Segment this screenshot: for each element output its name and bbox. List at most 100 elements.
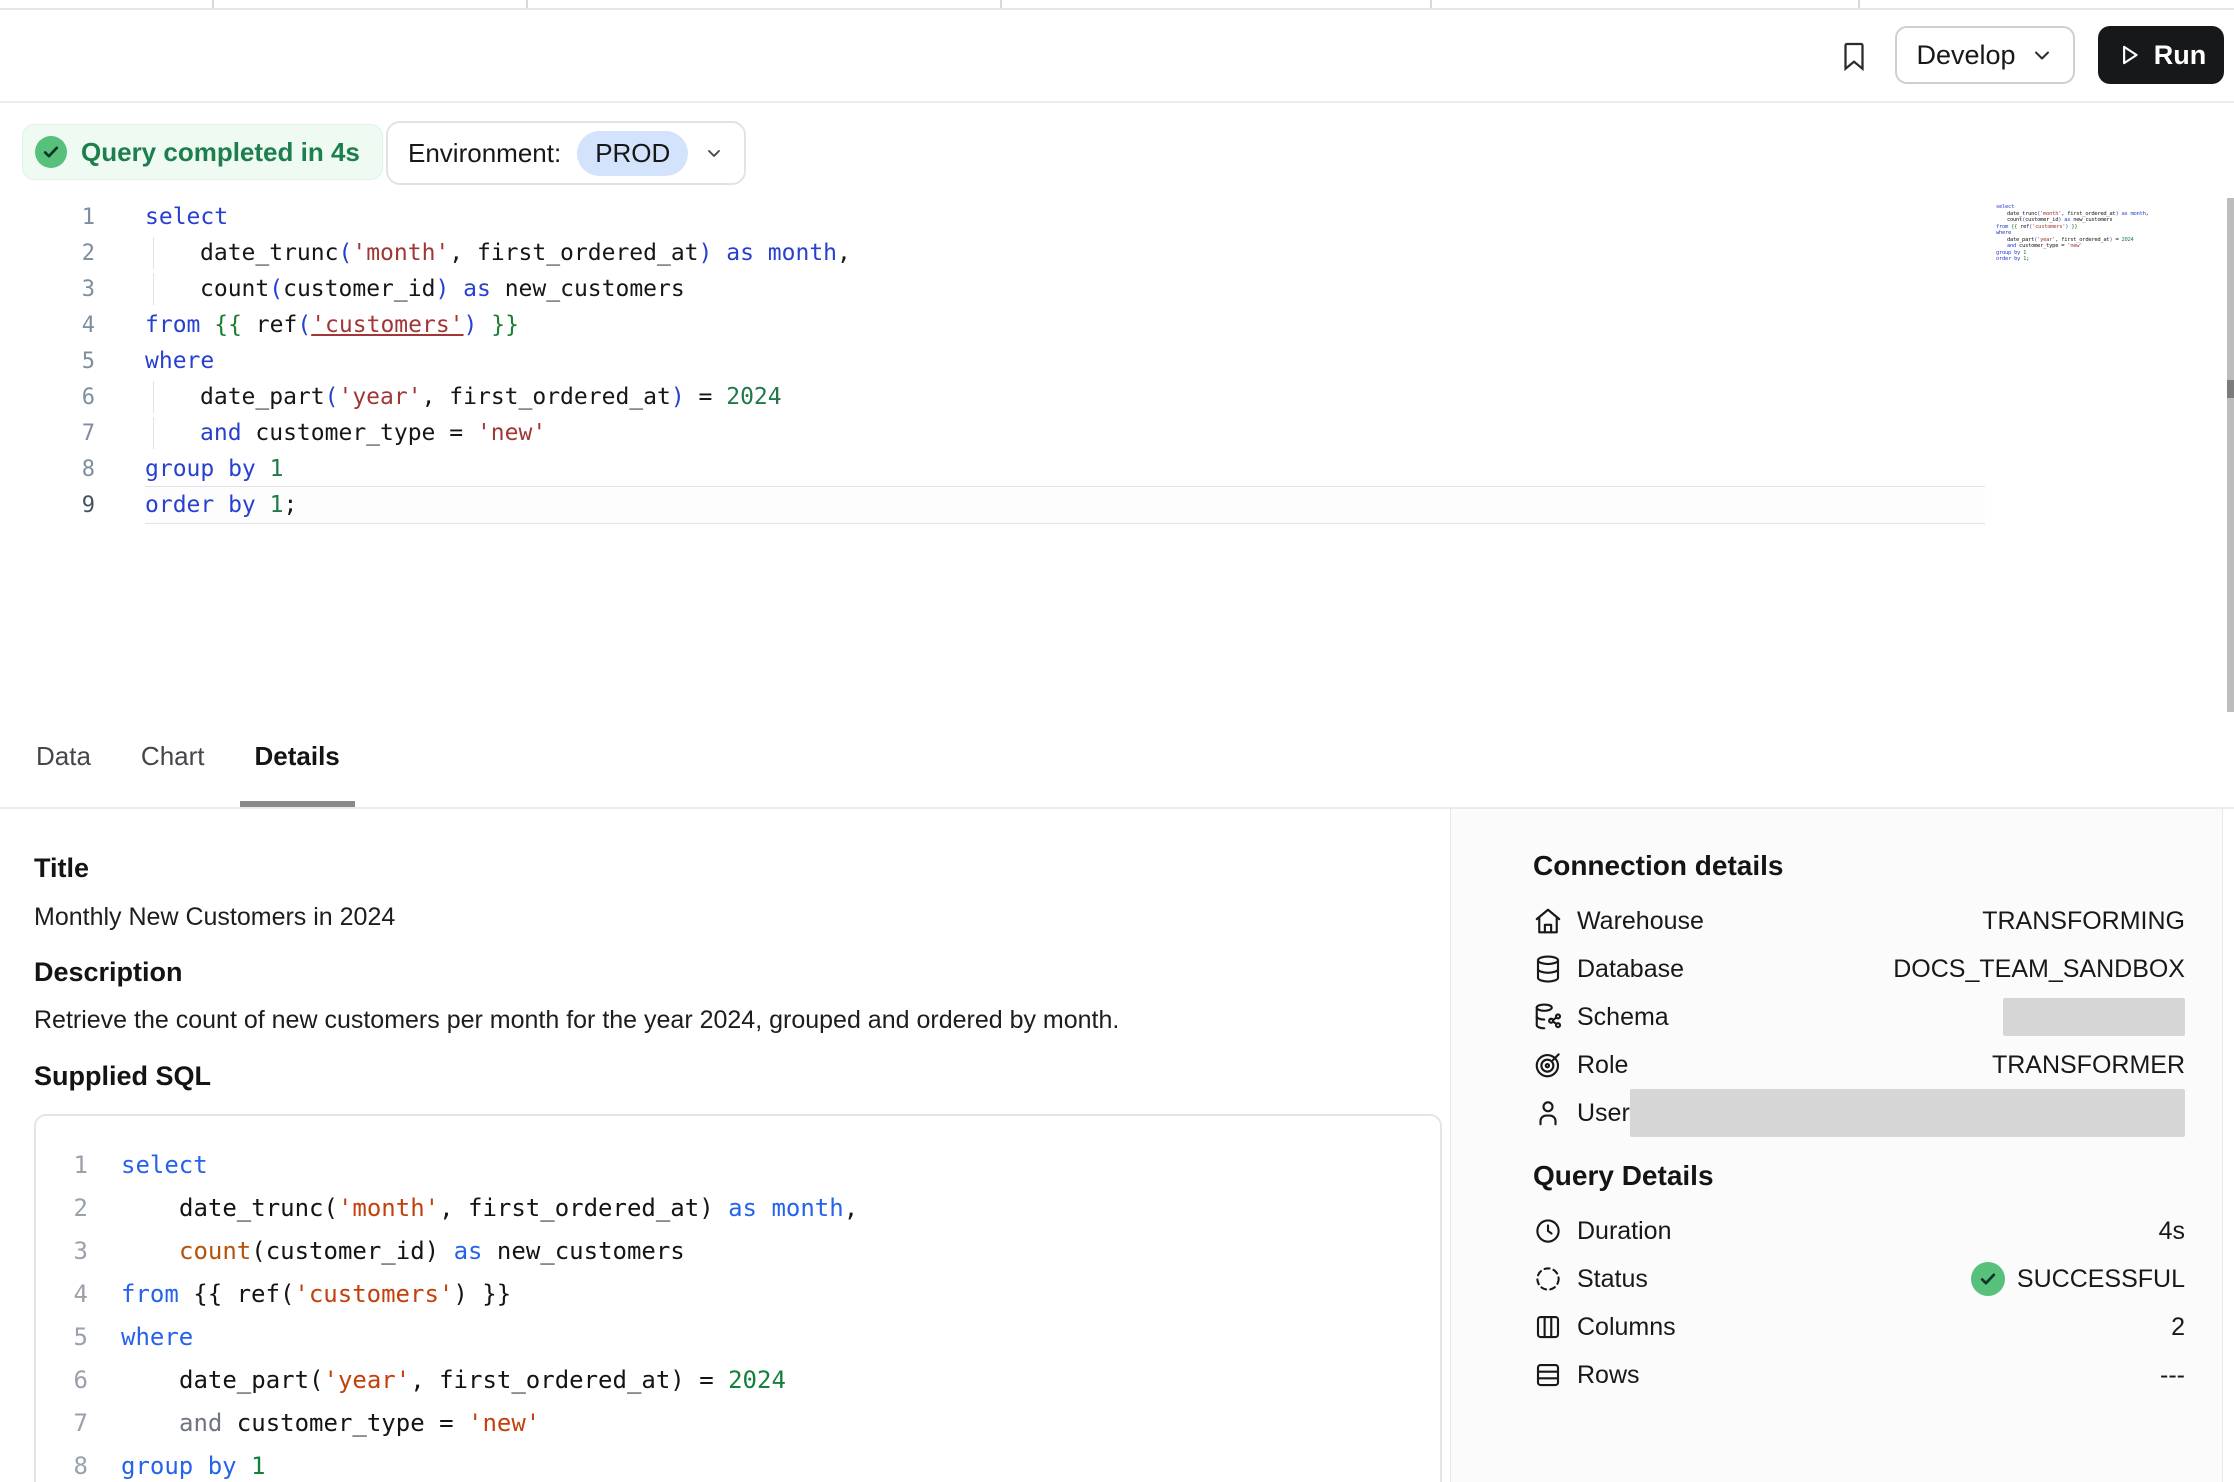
code-text: select [121, 1144, 1440, 1187]
code-line: 1 select [36, 1144, 1440, 1187]
row-value: DOCS_TEAM_SANDBOX [1893, 955, 2185, 984]
app-window: Develop Run Query completed in 4s Enviro… [0, 0, 2234, 1482]
tab-divider [1000, 0, 1002, 8]
connection-details-heading: Connection details [1533, 849, 2185, 883]
code-line: 3count(customer_id) as new_customers [36, 1230, 1440, 1273]
line-number: 2 [36, 1187, 88, 1230]
scrollbar-notch [2227, 380, 2234, 398]
tab-divider [212, 0, 214, 8]
row-label: Duration [1577, 1217, 1672, 1246]
chevron-down-icon [2030, 43, 2054, 67]
connection-details-panel: Connection details Warehouse TRANSFORMIN… [1450, 809, 2223, 1482]
top-tab-strip [0, 0, 2234, 10]
query-details-heading: Query Details [1533, 1159, 2185, 1193]
row-label: Columns [1577, 1313, 1676, 1342]
row-value: 4s [2159, 1217, 2185, 1246]
develop-dropdown-button[interactable]: Develop [1895, 26, 2075, 84]
query-row-columns: Columns 2 [1533, 1303, 2185, 1351]
tab-details[interactable]: Details [240, 712, 355, 807]
bookmark-icon [1837, 36, 1871, 76]
row-label: Status [1577, 1265, 1648, 1294]
code-line[interactable]: 6 date_part('year', first_ordered_at) = 2… [0, 379, 1985, 415]
code-line[interactable]: 3count(customer_id) as new_customers [0, 271, 1985, 307]
code-text: date_trunc('month', first_ordered_at) as… [145, 235, 1985, 271]
tab-chart[interactable]: Chart [126, 712, 220, 807]
connection-row-schema: Schema [1533, 993, 2185, 1041]
code-line: 5where [36, 1316, 1440, 1359]
code-line[interactable]: 1select [0, 199, 1985, 235]
code-text: date_part('year', first_ordered_at) = 20… [121, 1359, 1440, 1402]
code-line[interactable]: 8 group by 1 [0, 451, 1985, 487]
title-heading: Title [34, 853, 89, 884]
duration-icon [1533, 1216, 1563, 1246]
status-icon [1533, 1264, 1563, 1294]
code-line[interactable]: 2 date_trunc('month', first_ordered_at) a… [0, 235, 1985, 271]
warehouse-icon [1533, 906, 1563, 936]
supplied-sql-heading: Supplied SQL [34, 1061, 211, 1092]
line-number: 2 [0, 236, 95, 272]
description-heading: Description [34, 957, 183, 988]
redacted-user-value [1630, 1089, 2185, 1137]
line-number: 6 [36, 1359, 88, 1402]
success-check-icon [1971, 1262, 2005, 1296]
connection-row-role: Role TRANSFORMER [1533, 1041, 2185, 1089]
code-line: 6 date_part('year', first_ordered_at) = 2… [36, 1359, 1440, 1402]
connection-rows: Warehouse TRANSFORMING Database DOCS_TEA… [1533, 897, 2185, 1137]
database-icon [1533, 954, 1563, 984]
query-row-rows: Rows --- [1533, 1351, 2185, 1399]
supplied-sql-box: 1select2date_trunc('month', first_ordere… [34, 1114, 1442, 1482]
code-line[interactable]: 4from {{ ref('customers') }} [0, 307, 1985, 343]
bookmark-button[interactable] [1830, 32, 1878, 80]
line-number: 8 [0, 452, 95, 488]
code-text: from {{ ref('customers') }} [145, 307, 1985, 343]
editor-minimap[interactable]: 1select2date_trunc('month', first_ordere… [1996, 204, 2114, 263]
code-line[interactable]: 9order by 1; [0, 487, 1985, 523]
result-tabs: Data Chart Details [0, 712, 2234, 809]
query-details-rows: Duration 4s Status [1533, 1207, 2185, 1399]
connection-row-database: Database DOCS_TEAM_SANDBOX [1533, 945, 2185, 993]
row-label: Schema [1577, 1003, 1669, 1032]
rows-icon [1533, 1360, 1563, 1390]
tab-divider [526, 0, 528, 8]
code-line[interactable]: 7and customer_type = 'new' [0, 415, 1985, 451]
sql-editor[interactable]: 1select2 date_trunc('month', first_ordere… [0, 199, 1985, 523]
row-label: User [1577, 1099, 1630, 1128]
code-text: group by 1 [145, 451, 1985, 487]
line-number: 8 [36, 1445, 88, 1482]
environment-value-pill: PROD [577, 131, 688, 176]
query-status-badge: Query completed in 4s [22, 124, 383, 180]
toolbar: Develop Run [0, 10, 2234, 103]
row-label: Warehouse [1577, 907, 1704, 936]
code-text: select [145, 199, 1985, 235]
schema-icon [1533, 1002, 1563, 1032]
line-number: 5 [36, 1316, 88, 1359]
indent-guide [153, 273, 154, 305]
columns-icon [1533, 1312, 1563, 1342]
line-number: 1 [36, 1144, 88, 1187]
code-line[interactable]: 5 where [0, 343, 1985, 379]
tab-data[interactable]: Data [21, 712, 106, 807]
code-text: where [145, 343, 1985, 379]
row-label: Role [1577, 1051, 1628, 1080]
query-row-duration: Duration 4s [1533, 1207, 2185, 1255]
line-number: 4 [36, 1273, 88, 1316]
code-line: 4from {{ ref('customers') }} [36, 1273, 1440, 1316]
line-number: 5 [0, 344, 95, 380]
code-line: 8 group by 1 [36, 1445, 1440, 1482]
editor-scrollbar[interactable] [2227, 198, 2234, 742]
chevron-down-icon [704, 143, 724, 163]
row-label: Database [1577, 955, 1684, 984]
code-text: count(customer_id) as new_customers [145, 271, 1985, 307]
query-row-status: Status SUCCESSFUL [1533, 1255, 2185, 1303]
details-panel: Title Monthly New Customers in 2024 Desc… [0, 809, 2234, 1482]
code-text: group by 1 [121, 1445, 1440, 1482]
status-row: Query completed in 4s Environment: PROD [0, 103, 2234, 199]
environment-select[interactable]: Environment: PROD [386, 121, 746, 185]
code-line: 7and customer_type = 'new' [36, 1402, 1440, 1445]
redacted-schema-value [2003, 998, 2185, 1036]
line-number: 7 [36, 1402, 88, 1445]
run-button[interactable]: Run [2098, 26, 2224, 84]
row-value: TRANSFORMER [1992, 1051, 2185, 1080]
code-text: date_part('year', first_ordered_at) = 20… [145, 379, 1985, 415]
line-number: 6 [0, 380, 95, 416]
